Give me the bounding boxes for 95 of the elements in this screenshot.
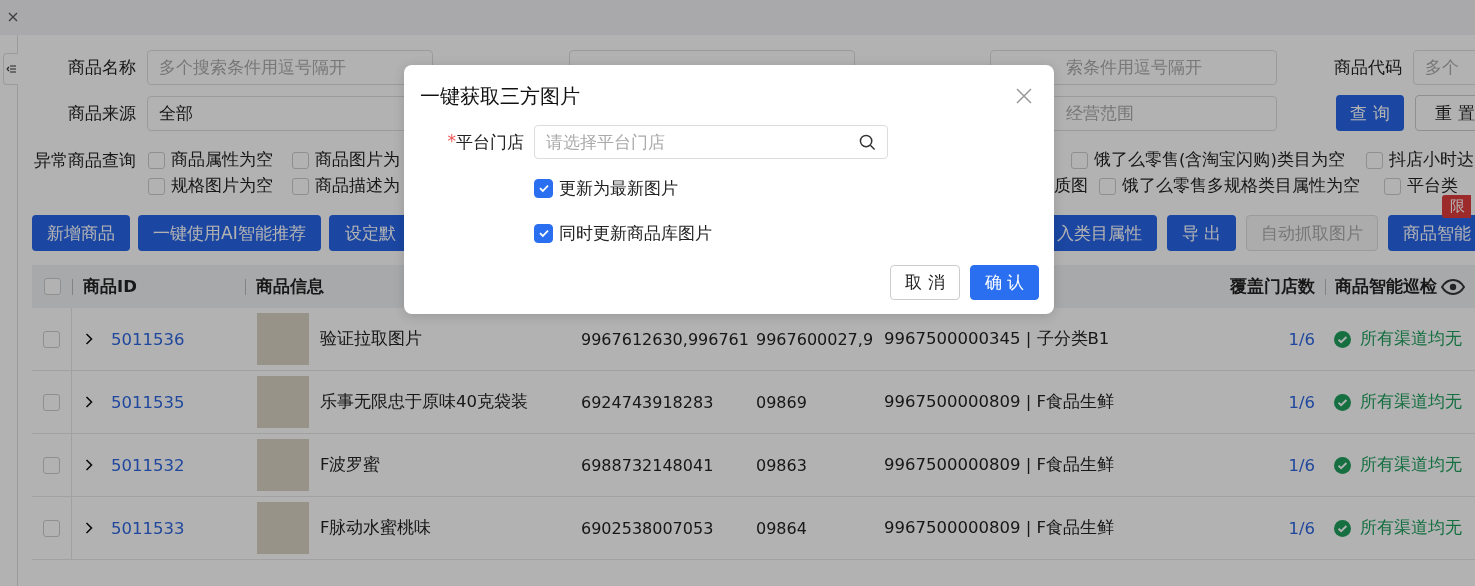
- expand-chevron-icon[interactable]: [85, 522, 93, 534]
- option-label: 同时更新商品库图片: [559, 221, 712, 245]
- checkbox[interactable]: [43, 519, 60, 537]
- checkbox[interactable]: [1099, 177, 1116, 195]
- close-icon[interactable]: [8, 12, 18, 22]
- table-cell: 验证拉取图片: [320, 328, 422, 350]
- option-label: 商品图片为: [315, 149, 400, 171]
- checkbox[interactable]: [1384, 177, 1401, 195]
- table-cell: 9967500000809 | F食品生鲜: [884, 517, 1114, 539]
- collapse-sidebar-icon[interactable]: [3, 53, 18, 85]
- checkbox[interactable]: [292, 177, 309, 195]
- checkbox[interactable]: [148, 177, 165, 195]
- product-id-link[interactable]: 5011536: [111, 329, 185, 349]
- photo-placeholder: [257, 502, 309, 554]
- store-count-link[interactable]: 1/6: [1288, 455, 1315, 475]
- field-label: 商品代码: [1333, 56, 1402, 79]
- option-label: 质图: [1054, 175, 1089, 197]
- cancel-button[interactable]: 取 消: [890, 265, 960, 300]
- action-button[interactable]: 一键使用AI智能推荐: [138, 215, 321, 251]
- limit-badge: 限: [1442, 195, 1472, 218]
- action-button[interactable]: 商品智能: [1388, 215, 1475, 251]
- table-cell: 09869: [756, 392, 807, 412]
- table-cell: F脉动水蜜桃味: [320, 517, 432, 539]
- checkbox[interactable]: [43, 456, 60, 474]
- check-circle-icon: [1334, 393, 1351, 411]
- table-cell: 9967600027,9: [756, 329, 874, 349]
- option-label: 饿了么零售(含淘宝闪购)类目为空: [1094, 149, 1345, 171]
- option-label: 商品描述为: [315, 175, 400, 197]
- close-icon[interactable]: [1016, 88, 1032, 104]
- confirm-button[interactable]: 确 认: [970, 265, 1039, 300]
- table-cell: 09863: [756, 455, 807, 475]
- table-cell: 乐事无限忠于原味40克袋装: [320, 391, 528, 413]
- required-mark: *: [447, 130, 456, 153]
- photo-placeholder: [257, 376, 309, 428]
- column-header: 商品信息: [256, 275, 324, 298]
- checkbox[interactable]: [148, 151, 165, 169]
- field-label: 异常商品查询: [33, 150, 136, 172]
- option-label: 规格图片为空: [171, 175, 273, 197]
- check-circle-icon: [1334, 456, 1351, 474]
- table-cell: 6988732148041: [581, 455, 714, 475]
- search-field[interactable]: 请选择平台门店: [534, 125, 888, 159]
- option-label: 平台类: [1407, 175, 1458, 197]
- option-label: 抖店小时达: [1389, 149, 1474, 171]
- query-button[interactable]: 查 询: [1336, 95, 1404, 131]
- inspection-status: 所有渠道均无: [1360, 328, 1462, 350]
- action-button[interactable]: 入类目属性: [1054, 215, 1157, 251]
- column-header: 商品ID: [83, 275, 137, 298]
- field-label: 商品名称: [67, 56, 136, 79]
- table-cell: F波罗蜜: [320, 454, 381, 476]
- table-cell: 9967500000809 | F食品生鲜: [884, 454, 1114, 476]
- option-label: 更新为最新图片: [559, 176, 678, 200]
- table-cell: 09864: [756, 518, 807, 538]
- photo-placeholder: [257, 313, 309, 365]
- checkbox[interactable]: [534, 223, 553, 243]
- checkmark-icon: [537, 227, 550, 239]
- search-icon: [859, 133, 876, 151]
- table-cell: 9967500000809 | F食品生鲜: [884, 391, 1114, 413]
- inspection-status: 所有渠道均无: [1360, 454, 1462, 476]
- expand-chevron-icon[interactable]: [85, 333, 93, 345]
- table-cell: 9967612630,996761: [581, 329, 749, 349]
- action-button[interactable]: 导 出: [1167, 215, 1237, 251]
- check-circle-icon: [1334, 519, 1351, 537]
- reset-button[interactable]: 重 置: [1415, 95, 1475, 131]
- store-count-link[interactable]: 1/6: [1288, 392, 1315, 412]
- field-label: 平台门店: [456, 130, 524, 154]
- action-button[interactable]: 新增商品: [32, 215, 130, 251]
- product-id-link[interactable]: 5011533: [111, 518, 185, 538]
- column-header: 商品智能巡检: [1335, 275, 1437, 298]
- inspection-status: 所有渠道均无: [1360, 517, 1462, 539]
- input-field[interactable]: 多个: [1413, 50, 1475, 85]
- table-cell: 6902538007053: [581, 518, 714, 538]
- inspection-status: 所有渠道均无: [1360, 391, 1462, 413]
- photo-placeholder: [257, 439, 309, 491]
- checkmark-icon: [537, 182, 550, 194]
- option-label: 商品属性为空: [171, 149, 273, 171]
- checkbox[interactable]: [43, 393, 60, 411]
- eye-icon[interactable]: [1441, 278, 1465, 295]
- store-count-link[interactable]: 1/6: [1288, 518, 1315, 538]
- product-id-link[interactable]: 5011532: [111, 455, 185, 475]
- checkbox[interactable]: [1366, 151, 1383, 169]
- checkbox[interactable]: [1071, 151, 1088, 169]
- expand-chevron-icon[interactable]: [85, 396, 93, 408]
- product-id-link[interactable]: 5011535: [111, 392, 185, 412]
- store-count-link[interactable]: 1/6: [1288, 329, 1315, 349]
- expand-chevron-icon[interactable]: [85, 459, 93, 471]
- checkbox[interactable]: [43, 330, 60, 348]
- table-cell: 6924743918283: [581, 392, 714, 412]
- field-label: 商品来源: [67, 101, 136, 125]
- checkbox[interactable]: [534, 178, 553, 198]
- checkbox[interactable]: [292, 151, 309, 169]
- checkbox[interactable]: [43, 278, 61, 295]
- option-label: 饿了么零售多规格类目属性为空: [1122, 175, 1360, 197]
- check-circle-icon: [1334, 330, 1351, 348]
- table-cell: 9967500000345 | 子分类B1: [884, 328, 1110, 350]
- column-header: 覆盖门店数: [1230, 275, 1316, 298]
